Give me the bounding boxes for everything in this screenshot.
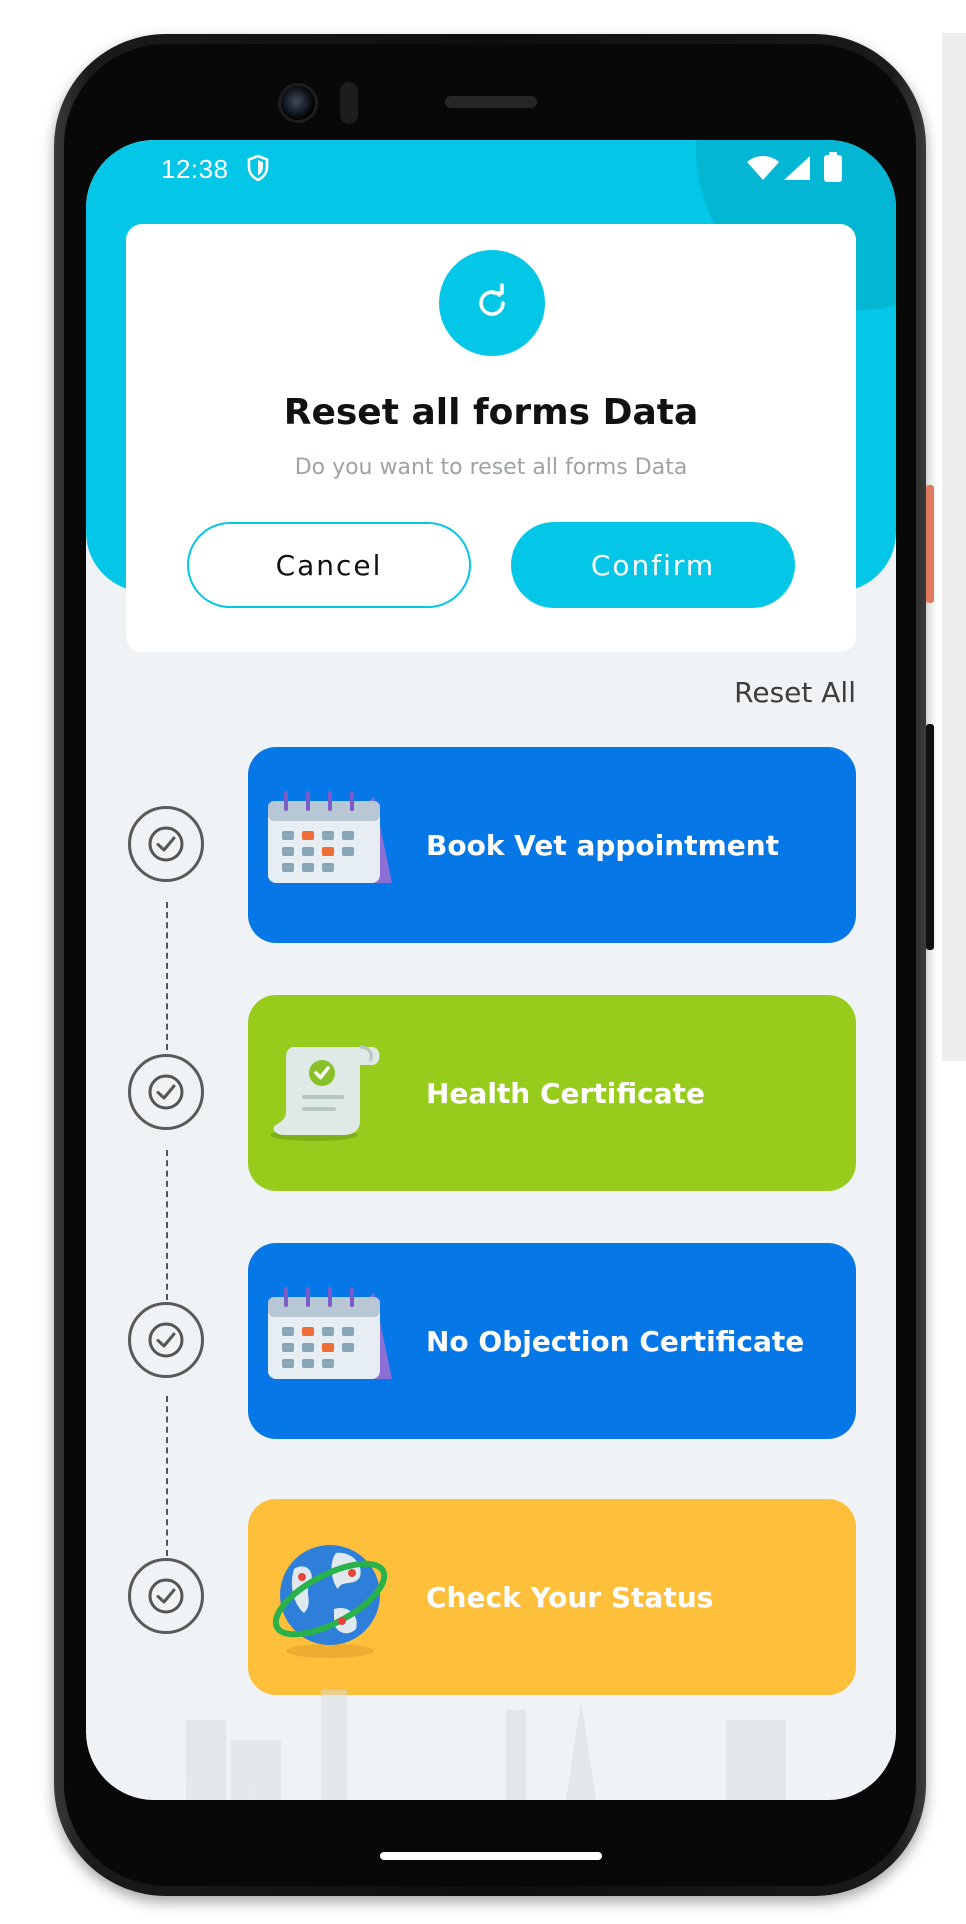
screen: 12:38 Reset all forms Data Do you want t… [86,140,896,1800]
status-time: 12:38 [161,154,229,184]
front-camera-icon [278,83,318,123]
refresh-icon [439,250,545,356]
certificate-scroll-icon [270,1045,380,1141]
timeline-connector [166,1150,168,1300]
step-check-icon [128,1558,204,1634]
reset-all-link[interactable]: Reset All [734,676,856,709]
book-vet-appointment-card[interactable]: Book Vet appointment [248,747,856,943]
timeline-connector [166,902,168,1050]
status-bar: 12:38 [86,140,896,200]
step-check-icon [128,1302,204,1378]
earpiece [445,96,537,108]
sensor [340,82,358,124]
side-panel [942,33,966,1061]
home-indicator[interactable] [380,1852,602,1860]
cancel-button[interactable]: Cancel [187,522,471,608]
confirm-button[interactable]: Confirm [511,522,795,608]
globe-icon [272,1545,388,1658]
card-label: Check Your Status [426,1580,714,1614]
card-label: Health Certificate [426,1076,705,1110]
check-your-status-card[interactable]: Check Your Status [248,1499,856,1695]
no-objection-certificate-card[interactable]: No Objection Certificate [248,1243,856,1439]
skyline-decoration [186,1690,786,1800]
battery-icon [824,152,842,182]
reset-dialog: Reset all forms Data Do you want to rese… [126,224,856,652]
card-label: No Objection Certificate [426,1324,805,1358]
calendar-icon [268,791,392,883]
wifi-icon [747,156,779,180]
health-certificate-card[interactable]: Health Certificate [248,995,856,1191]
timeline-connector [166,1396,168,1556]
power-button [926,485,934,603]
signal-icon [784,156,810,180]
step-check-icon [128,1054,204,1130]
calendar-icon [268,1287,392,1379]
card-label: Book Vet appointment [426,828,780,862]
volume-button [926,724,934,950]
dialog-message: Do you want to reset all forms Data [294,455,688,480]
dialog-title: Reset all forms Data [283,392,699,433]
shield-icon [247,154,269,182]
step-check-icon [128,806,204,882]
